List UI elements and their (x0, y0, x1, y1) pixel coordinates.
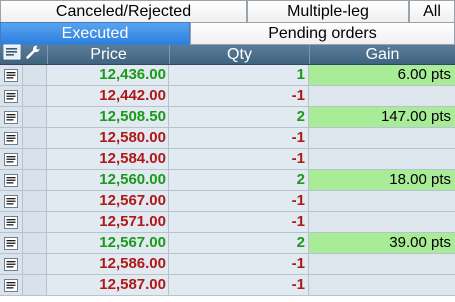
qty-cell: 2 (169, 170, 309, 190)
table-row[interactable]: 12,508.50 2 147.00 pts (0, 107, 455, 128)
gain-cell (309, 191, 455, 211)
gain-cell: 18.00 pts (309, 170, 455, 190)
gain-cell (309, 149, 455, 169)
qty-cell: -1 (169, 254, 309, 274)
column-header-price[interactable]: Price (47, 45, 169, 64)
order-details-icon[interactable] (0, 254, 23, 274)
qty-cell: -1 (169, 191, 309, 211)
table-row[interactable]: 12,560.00 2 18.00 pts (0, 170, 455, 191)
order-details-icon[interactable] (0, 149, 23, 169)
order-details-icon[interactable] (0, 275, 23, 295)
row-spacer (23, 86, 47, 106)
table-row[interactable]: 12,442.00 -1 (0, 86, 455, 107)
gain-cell (309, 212, 455, 232)
price-cell: 12,560.00 (47, 170, 169, 190)
wrench-icon[interactable] (24, 44, 42, 65)
price-cell: 12,567.00 (47, 191, 169, 211)
row-spacer (23, 233, 47, 253)
order-details-icon[interactable] (0, 86, 23, 106)
qty-cell: -1 (169, 149, 309, 169)
qty-cell: 2 (169, 107, 309, 127)
price-cell: 12,436.00 (47, 65, 169, 85)
table-row[interactable]: 12,586.00 -1 (0, 254, 455, 275)
price-cell: 12,587.00 (47, 275, 169, 295)
qty-cell: -1 (169, 212, 309, 232)
qty-cell: 2 (169, 233, 309, 253)
top-tab-row: Canceled/Rejected Multiple-leg All (0, 0, 455, 23)
price-cell: 12,571.00 (47, 212, 169, 232)
second-tab-row: Executed Pending orders (0, 22, 455, 45)
report-icon[interactable] (3, 44, 21, 65)
table-row[interactable]: 12,567.00 2 39.00 pts (0, 233, 455, 254)
gain-cell (309, 86, 455, 106)
order-details-icon[interactable] (0, 128, 23, 148)
row-spacer (23, 275, 47, 295)
table-row[interactable]: 12,436.00 1 6.00 pts (0, 65, 455, 86)
gain-cell: 39.00 pts (309, 233, 455, 253)
row-spacer (23, 128, 47, 148)
row-spacer (23, 149, 47, 169)
order-details-icon[interactable] (0, 107, 23, 127)
price-cell: 12,508.50 (47, 107, 169, 127)
table-row[interactable]: 12,584.00 -1 (0, 149, 455, 170)
grid-header: Price Qty Gain (0, 44, 455, 65)
tab-multiple-leg[interactable]: Multiple-leg (247, 0, 409, 23)
table-row[interactable]: 12,587.00 -1 (0, 275, 455, 296)
price-cell: 12,567.00 (47, 233, 169, 253)
gain-cell (309, 275, 455, 295)
table-row[interactable]: 12,580.00 -1 (0, 128, 455, 149)
price-cell: 12,442.00 (47, 86, 169, 106)
order-details-icon[interactable] (0, 233, 23, 253)
row-spacer (23, 65, 47, 85)
header-icons (0, 44, 47, 65)
column-header-qty[interactable]: Qty (169, 45, 309, 64)
qty-cell: -1 (169, 86, 309, 106)
tab-canceled-rejected[interactable]: Canceled/Rejected (0, 0, 247, 23)
row-spacer (23, 107, 47, 127)
column-header-gain[interactable]: Gain (309, 45, 455, 64)
qty-cell: 1 (169, 65, 309, 85)
gain-cell: 6.00 pts (309, 65, 455, 85)
table-row[interactable]: 12,571.00 -1 (0, 212, 455, 233)
order-details-icon[interactable] (0, 170, 23, 190)
row-spacer (23, 254, 47, 274)
tab-pending-orders[interactable]: Pending orders (190, 22, 455, 45)
order-details-icon[interactable] (0, 191, 23, 211)
order-details-icon[interactable] (0, 65, 23, 85)
row-spacer (23, 212, 47, 232)
qty-cell: -1 (169, 128, 309, 148)
price-cell: 12,584.00 (47, 149, 169, 169)
gain-cell (309, 128, 455, 148)
tab-all[interactable]: All (409, 0, 455, 23)
row-spacer (23, 191, 47, 211)
order-details-icon[interactable] (0, 212, 23, 232)
gain-cell: 147.00 pts (309, 107, 455, 127)
gain-cell (309, 254, 455, 274)
tab-executed[interactable]: Executed (0, 22, 190, 45)
price-cell: 12,580.00 (47, 128, 169, 148)
row-spacer (23, 170, 47, 190)
table-row[interactable]: 12,567.00 -1 (0, 191, 455, 212)
price-cell: 12,586.00 (47, 254, 169, 274)
executed-orders-grid: 12,436.00 1 6.00 pts 12,442.00 -1 12,508.50 2 1… (0, 65, 455, 296)
qty-cell: -1 (169, 275, 309, 295)
